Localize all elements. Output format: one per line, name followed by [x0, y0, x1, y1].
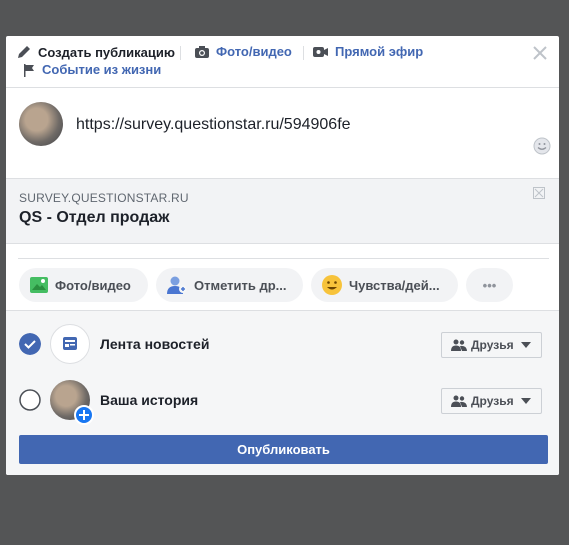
unchecked-icon[interactable]	[19, 389, 41, 411]
story-privacy-dropdown[interactable]: Друзья	[441, 388, 542, 414]
video-camera-icon	[313, 46, 328, 57]
preview-title: QS - Отдел продаж	[19, 209, 170, 226]
live-label: Прямой эфир	[335, 44, 424, 59]
tab-life-event[interactable]: Событие из жизни	[22, 62, 161, 77]
news-feed-icon	[50, 324, 90, 364]
caret-down-icon	[520, 398, 531, 404]
photo-video-button[interactable]: Фото/видео	[19, 268, 148, 302]
create-post-label: Создать публикацию	[38, 44, 175, 60]
tag-friends-icon	[167, 276, 187, 294]
pencil-icon	[18, 46, 30, 58]
privacy-label: Друзья	[471, 394, 514, 408]
composer[interactable]: https://survey.questionstar.ru/594906fe	[6, 88, 559, 178]
photo-icon	[30, 277, 48, 293]
divider	[18, 258, 549, 259]
header-separator	[303, 46, 304, 60]
create-post-dialog: Создать публикацию Фото/видео Прямой эфи…	[6, 36, 559, 475]
friends-icon	[451, 395, 467, 407]
emoji-icon[interactable]	[533, 137, 551, 155]
story-row[interactable]: Ваша история Друзья	[6, 375, 559, 425]
link-preview[interactable]: SURVEY.QUESTIONSTAR.RU QS - Отдел продаж	[6, 178, 559, 244]
tab-photo-video[interactable]: Фото/видео	[194, 44, 292, 59]
more-icon: •••	[482, 277, 497, 293]
photo-video-label: Фото/видео	[216, 44, 292, 59]
photo-video-action-label: Фото/видео	[55, 277, 131, 293]
dialog-header: Создать публикацию Фото/видео Прямой эфи…	[6, 36, 559, 88]
checked-icon[interactable]	[19, 333, 41, 355]
camera-icon	[195, 45, 209, 58]
tab-create-post[interactable]: Создать публикацию	[16, 44, 175, 60]
news-feed-privacy-dropdown[interactable]: Друзья	[441, 332, 542, 358]
preview-domain: SURVEY.QUESTIONSTAR.RU	[19, 191, 189, 205]
publish-button[interactable]: Опубликовать	[19, 435, 548, 464]
news-feed-label: Лента новостей	[100, 336, 210, 352]
life-event-label: Событие из жизни	[42, 62, 162, 77]
story-label: Ваша история	[100, 392, 199, 408]
feeling-emoji-icon	[322, 275, 342, 295]
tab-live[interactable]: Прямой эфир	[312, 44, 423, 59]
header-separator	[180, 46, 181, 60]
feeling-activity-button[interactable]: Чувства/дей...	[311, 268, 458, 302]
caret-down-icon	[520, 342, 531, 348]
more-button[interactable]: •••	[466, 268, 513, 302]
close-icon[interactable]	[531, 44, 549, 62]
avatar	[19, 102, 63, 146]
post-text-input[interactable]: https://survey.questionstar.ru/594906fe	[76, 116, 351, 134]
privacy-label: Друзья	[471, 338, 514, 352]
add-story-icon	[74, 405, 94, 425]
news-feed-row[interactable]: Лента новостей Друзья	[6, 319, 559, 369]
close-preview-icon[interactable]	[533, 187, 545, 199]
friends-icon	[451, 339, 467, 351]
feeling-activity-label: Чувства/дей...	[349, 277, 440, 293]
tag-friends-button[interactable]: Отметить др...	[156, 268, 303, 302]
tag-friends-label: Отметить др...	[194, 277, 287, 293]
flag-icon	[24, 63, 34, 77]
